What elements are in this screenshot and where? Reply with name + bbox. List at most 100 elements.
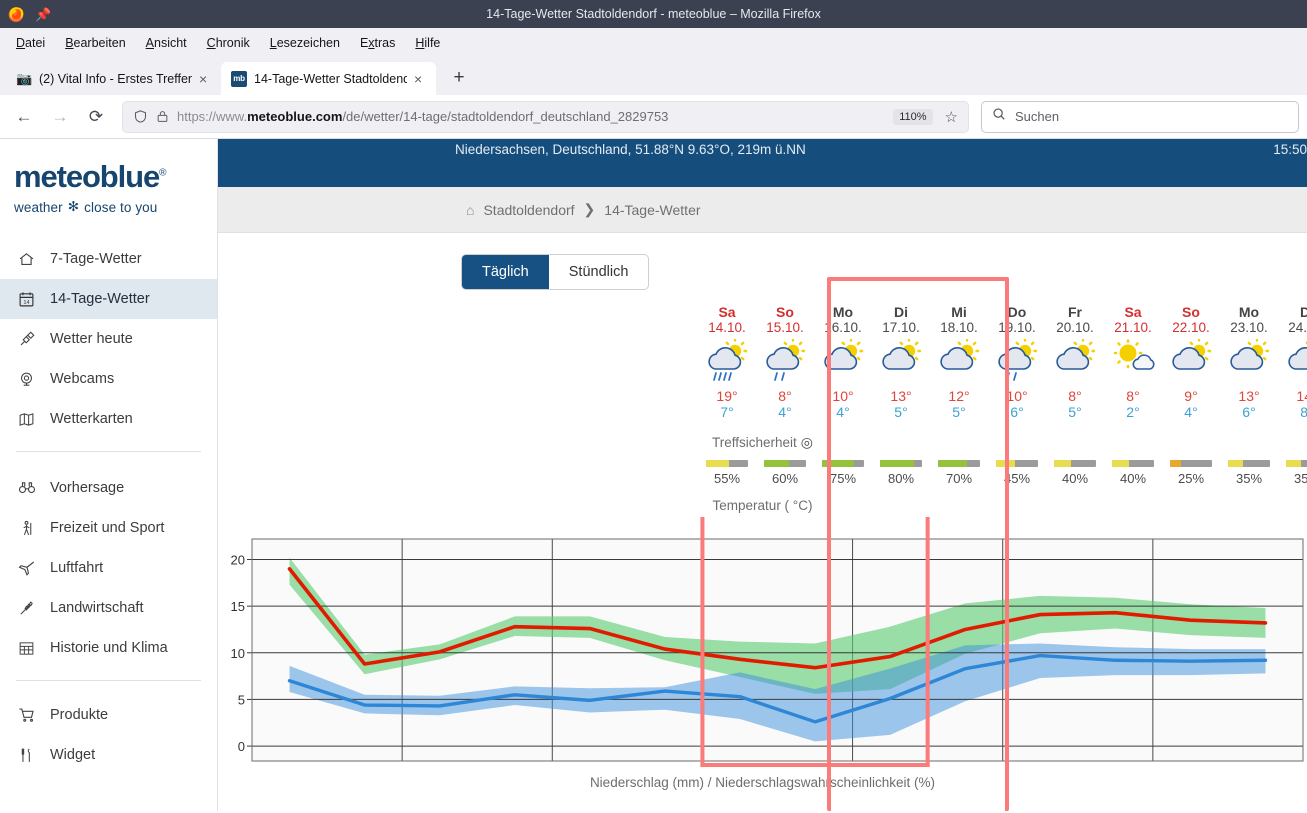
temp-max: 13° [1238,388,1260,405]
temp-min: 4° [778,404,792,421]
day-date: 24.10. [1288,320,1307,336]
search-bar[interactable]: Suchen [981,100,1299,133]
sidebar-item-label: 7-Tage-Wetter [50,251,142,267]
sidebar-item-landwirtschaft[interactable]: Landwirtschaft [0,588,217,628]
day-date: 22.10. [1172,320,1210,336]
menu-hilfe[interactable]: Hilfe [407,33,448,53]
sidebar-item-historie-und-klima[interactable]: Historie und Klima [0,628,217,668]
tab-taeglich[interactable]: Täglich [462,255,549,289]
close-icon[interactable]: × [199,72,213,86]
plane-icon [16,559,37,577]
temp-min: 4° [836,404,850,421]
temp-min: 5° [894,404,908,421]
accuracy-value: 75% [829,471,857,487]
tab-stuendlich[interactable]: Stündlich [549,255,649,289]
breadcrumb-link-city[interactable]: Stadtoldendorf [483,202,574,218]
accuracy-column-1510: 60% [756,460,814,486]
bookmark-star-icon[interactable]: ☆ [941,108,962,126]
menu-lesezeichen[interactable]: Lesezeichen [262,33,348,53]
main-content: Niedersachsen, Deutschland, 51.88°N 9.63… [218,139,1307,811]
breadcrumb: ⌂ Stadtoldendorf ❯ 14-Tage-Wetter [218,187,1307,233]
temp-max: 14° [1296,388,1307,405]
accuracy-column-2410: 35% [1278,460,1307,486]
menu-datei[interactable]: Datei [8,33,53,53]
day-column-2110[interactable]: Sa 21.10. 8° 2° [1104,304,1162,420]
sidebar-item-label: Wetterkarten [50,411,133,427]
menu-chronik[interactable]: Chronik [199,33,258,53]
day-of-week: Mi [951,304,967,320]
location-header: Niedersachsen, Deutschland, 51.88°N 9.63… [218,139,1307,187]
accuracy-column-2310: 35% [1220,460,1278,486]
sidebar-item-7-tage-wetter[interactable]: 7-Tage-Wetter [0,239,217,279]
window-titlebar: 📌 14-Tage-Wetter Stadtoldendorf - meteob… [0,0,1307,28]
sidebar-item-label: Luftfahrt [50,560,104,576]
breadcrumb-current: 14-Tage-Wetter [604,201,701,218]
sidebar-item-wetter-heute[interactable]: Wetter heute [0,319,217,359]
accuracy-bar [1054,460,1096,468]
zoom-level-badge[interactable]: 110% [893,108,933,125]
accuracy-value: 35% [1235,471,1263,487]
sidebar-item-wetterkarten[interactable]: Wetterkarten [0,399,217,439]
sidebar-item-vorhersage[interactable]: Vorhersage [0,468,217,508]
temp-min: 2° [1126,404,1140,421]
precipitation-chart-title: Niederschlag (mm) / Niederschlagswahrsch… [589,775,936,791]
day-column-2410[interactable]: Di24.10. 14°8° [1278,304,1307,420]
day-date: 21.10. [1114,320,1152,336]
day-date: 18.10. [940,320,978,336]
forward-button-icon[interactable]: → [44,101,76,133]
new-tab-button[interactable]: + [444,63,474,93]
temp-max: 13° [890,388,912,405]
accuracy-column-1610: 75% [814,460,872,486]
site-logo[interactable]: meteoblue® weather ✻ close to you [0,155,217,215]
sidebar-item-widget[interactable]: Widget [0,735,217,775]
accuracy-value: 55% [713,471,741,487]
day-date: 17.10. [882,320,920,336]
table-icon [16,640,37,657]
url-bar[interactable]: https://www.meteoblue.com/de/wetter/14-t… [122,100,969,133]
sidebar-item-label: Widget [50,747,96,763]
accuracy-label: Treffsicherheit [711,435,797,451]
accuracy-value: 40% [1119,471,1147,487]
day-of-week: Sa [1124,304,1142,320]
close-icon[interactable]: × [414,72,428,86]
day-column-2210[interactable]: So 22.10. 9° 4° [1162,304,1220,420]
calendar-14-icon: 14 [16,291,37,308]
sidebar-item-14-tage-wetter[interactable]: 14 14-Tage-Wetter [0,279,217,319]
day-column-1710[interactable]: Di 17.10. 13° 5° [872,304,930,420]
temp-min: 7° [720,404,734,421]
accuracy-bar [706,460,748,468]
sidebar-item-luftfahrt[interactable]: Luftfahrt [0,548,217,588]
day-of-week: Fr [1068,304,1082,320]
temp-max: 19° [716,388,738,405]
day-column-1510[interactable]: So 15.10. 8° 4° [756,304,814,420]
day-column-1810[interactable]: Mi 18.10. 12° 5° [930,304,988,420]
target-icon: ◎ [800,434,813,451]
url-domain: meteoblue.com [247,109,343,124]
day-column-2010[interactable]: Fr 20.10. 8° 5° [1046,304,1104,420]
weather-cloud-sun-icon [1162,339,1220,382]
day-column-1410[interactable]: Sa 14.10. 19° 7° [698,304,756,420]
accuracy-value: 35% [1293,471,1307,487]
wheat-icon [16,600,37,617]
day-column-1910[interactable]: Do 19.10. 10° 6° [988,304,1046,420]
menu-extras[interactable]: Extras [352,33,403,53]
browser-tab-0[interactable]: 📷 (2) Vital Info - Erstes Treffen × [6,62,221,95]
binoculars-icon [16,479,37,497]
menu-bearbeiten[interactable]: Bearbeiten [57,33,133,53]
reload-button-icon[interactable]: ⟳ [80,101,112,133]
pin-icon: 📌 [35,6,52,22]
sidebar-secondary-nav: Vorhersage Freizeit und Sport Luftfahrt … [0,468,217,668]
sidebar-item-produkte[interactable]: Produkte [0,695,217,735]
back-button-icon[interactable]: ← [8,101,40,133]
firefox-logo-icon [8,7,24,22]
temp-max: 9° [1184,388,1198,405]
sidebar-item-freizeit-und-sport[interactable]: Freizeit und Sport [0,508,217,548]
day-column-1610[interactable]: Mo 16.10. 10° 4° [814,304,872,420]
home-icon: ⌂ [466,201,475,218]
menu-ansicht[interactable]: Ansicht [138,33,195,53]
weather-sun-cloud-icon [1104,339,1162,382]
day-column-2310[interactable]: Mo 23.10. 13° 6° [1220,304,1278,420]
browser-tab-1[interactable]: mb 14-Tage-Wetter Stadtoldendorf × [221,62,436,95]
chevron-right-icon: ❯ [583,201,596,217]
sidebar-item-webcams[interactable]: Webcams [0,359,217,399]
